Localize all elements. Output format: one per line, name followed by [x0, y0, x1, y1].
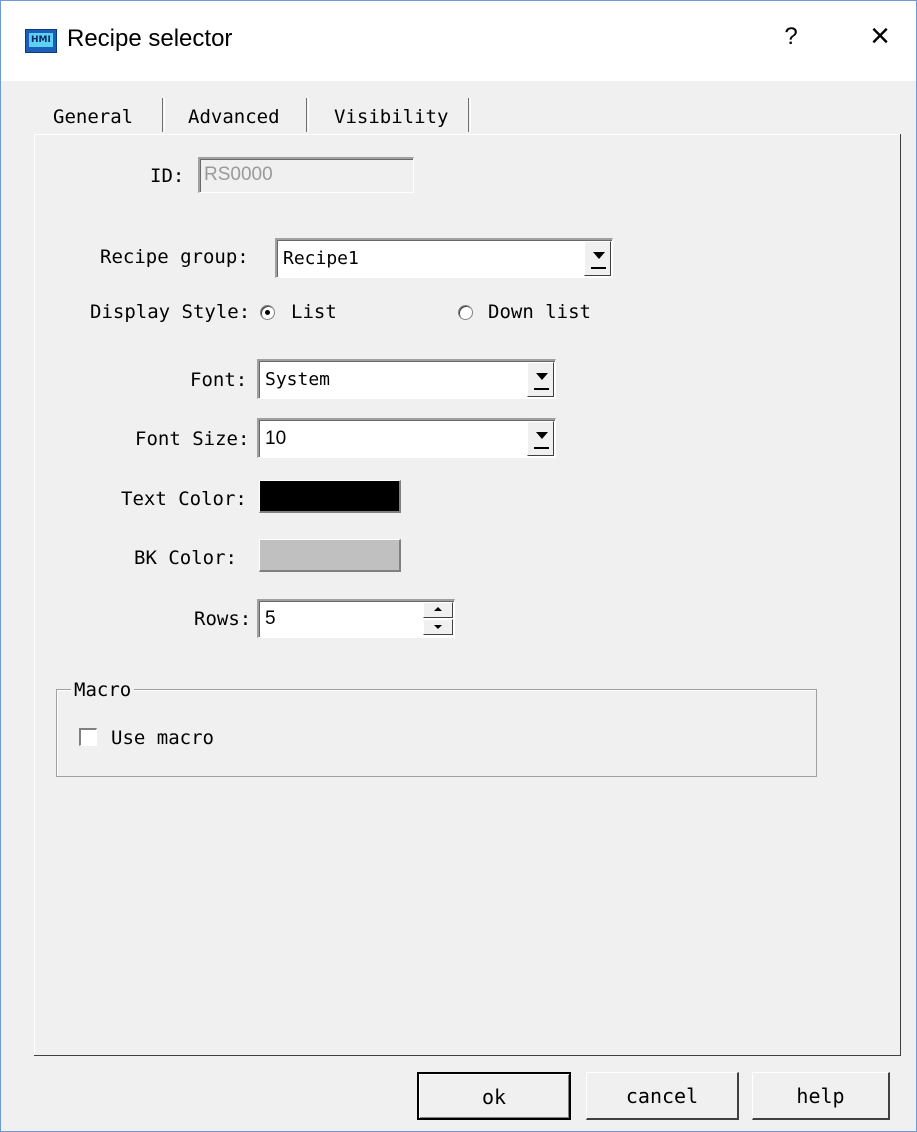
- bk-color-label: BK Color:: [134, 547, 237, 569]
- help-button[interactable]: help: [752, 1072, 890, 1120]
- recipe-group-value: Recipe1: [283, 248, 359, 269]
- panel-shadow-right: [900, 134, 901, 1056]
- tab-advanced[interactable]: Advanced: [188, 98, 280, 136]
- tab-divider: [306, 98, 309, 132]
- ok-button[interactable]: ok: [417, 1072, 571, 1120]
- radio-list-label[interactable]: List: [291, 301, 337, 323]
- recipe-group-select[interactable]: Recipe1: [275, 238, 613, 278]
- macro-group-title: Macro: [71, 679, 135, 701]
- radio-down-list[interactable]: [458, 305, 473, 320]
- font-size-select[interactable]: 10: [257, 418, 556, 458]
- tab-divider: [162, 98, 165, 132]
- text-color-swatch[interactable]: [259, 480, 401, 513]
- window-title: Recipe selector: [67, 25, 233, 52]
- tab-general[interactable]: General: [53, 98, 133, 136]
- text-color-label: Text Color:: [121, 488, 247, 510]
- cancel-button[interactable]: cancel: [586, 1072, 739, 1120]
- spin-down-icon[interactable]: [423, 619, 453, 635]
- font-select[interactable]: System: [257, 359, 556, 399]
- panel-shadow-bottom: [34, 1055, 901, 1056]
- chevron-down-icon[interactable]: [527, 421, 554, 456]
- tab-divider: [468, 98, 471, 132]
- rows-spinner[interactable]: 5: [257, 599, 455, 638]
- chevron-down-icon[interactable]: [584, 241, 611, 276]
- rows-value: 5: [265, 608, 276, 629]
- font-label: Font:: [190, 369, 248, 391]
- recipe-group-label: Recipe group:: [100, 246, 249, 268]
- font-size-label: Font Size:: [135, 428, 250, 450]
- help-icon[interactable]: ?: [779, 23, 803, 53]
- spinner-buttons[interactable]: [423, 602, 453, 636]
- display-style-label: Display Style:: [90, 301, 251, 323]
- bk-color-swatch[interactable]: [259, 539, 401, 572]
- title-bar[interactable]: HMI Recipe selector ? ×: [1, 1, 916, 81]
- hmi-app-icon: HMI: [25, 29, 57, 53]
- id-field[interactable]: RS0000: [198, 157, 414, 193]
- close-icon[interactable]: ×: [863, 19, 897, 53]
- dialog-window: HMI Recipe selector ? × General Advanced…: [0, 0, 917, 1132]
- tab-visibility[interactable]: Visibility: [334, 98, 448, 136]
- id-label: ID:: [150, 165, 185, 187]
- radio-list[interactable]: [260, 305, 275, 320]
- font-value: System: [265, 369, 331, 390]
- rows-label: Rows:: [194, 608, 252, 630]
- chevron-down-icon[interactable]: [527, 362, 554, 397]
- font-size-value: 10: [265, 428, 287, 449]
- id-value: RS0000: [204, 164, 273, 185]
- spin-up-icon[interactable]: [423, 602, 453, 618]
- radio-down-list-label[interactable]: Down list: [488, 301, 591, 323]
- use-macro-checkbox[interactable]: [79, 728, 97, 746]
- use-macro-label[interactable]: Use macro: [111, 727, 214, 749]
